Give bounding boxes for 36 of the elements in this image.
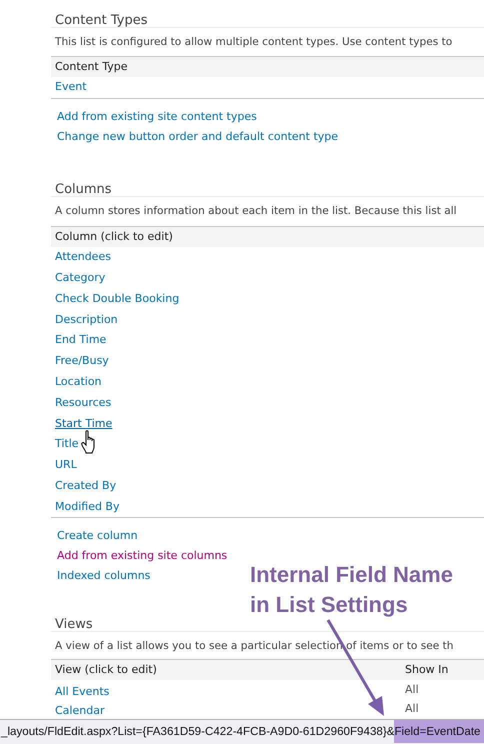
section-heading: Views [55, 617, 93, 632]
list-link[interactable]: Category [55, 270, 106, 286]
annotation-text: Internal Field Name [250, 561, 453, 589]
list-link[interactable]: Resources [55, 394, 112, 412]
list-link[interactable]: URL [55, 457, 77, 474]
section-heading: Columns [55, 182, 112, 197]
list-link[interactable]: End Time [55, 332, 106, 349]
column-header: Show In [404, 662, 448, 678]
section-description: A column stores information about each item in the list. Because this list all [55, 204, 457, 220]
column-header: View (click to edit) [54, 662, 158, 678]
list-link[interactable]: Check Double Booking [55, 290, 180, 308]
table-cell-text: All [405, 700, 419, 717]
list-link[interactable]: Created By [55, 478, 116, 494]
column-header: Column (click to edit) [54, 228, 174, 245]
annotation-text: in List Settings [250, 591, 409, 619]
list-link[interactable]: Location [55, 374, 102, 390]
section-description: A view of a list allows you to see a particular selection of items or to see th [55, 639, 454, 654]
list-link[interactable]: Attendees [55, 249, 111, 266]
list-link[interactable]: Start Time [55, 416, 112, 432]
list-link[interactable]: Description [55, 312, 118, 328]
view-link[interactable]: All Events [55, 684, 110, 698]
list-link[interactable]: Free/Busy [55, 353, 109, 370]
list-link[interactable]: Modified By [55, 498, 120, 516]
action-link[interactable]: Add from existing site content types [57, 108, 257, 126]
list-link[interactable]: Title [55, 436, 79, 453]
action-link[interactable]: Indexed columns [57, 568, 150, 585]
action-link[interactable]: Add from existing site columns [57, 548, 228, 565]
table-cell-text: All [405, 682, 419, 698]
list-link[interactable]: Event [55, 79, 87, 96]
action-link[interactable]: Change new button order and default content type [57, 128, 338, 146]
column-header: Content Type [54, 58, 129, 75]
action-link[interactable]: Create column [57, 528, 138, 545]
view-link[interactable]: Calendar [55, 704, 104, 717]
status-url: _layouts/FldEdit.aspx?List={FA361D59-C422-4FCB-A9D0-61D2960F9438}&Field=EventDate [0, 720, 484, 744]
section-heading: Content Types [55, 13, 148, 28]
section-description: This list is configured to allow multiple content types. Use content types to [55, 35, 452, 50]
